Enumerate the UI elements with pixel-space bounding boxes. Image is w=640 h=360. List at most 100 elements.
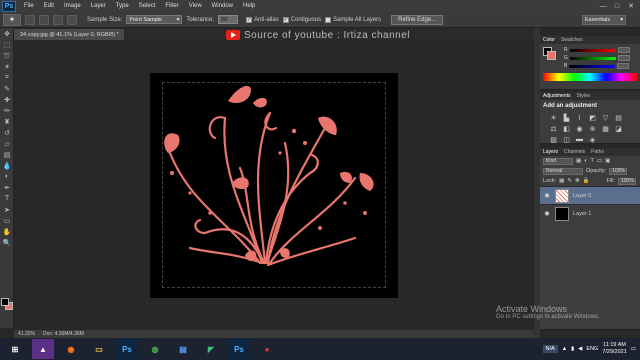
- lock-position-icon[interactable]: ✥: [575, 178, 580, 184]
- recorder-icon[interactable]: ●: [256, 339, 278, 359]
- red-track[interactable]: [569, 48, 616, 52]
- lock-all-icon[interactable]: 🔒: [583, 178, 590, 184]
- photoshop-active-icon[interactable]: Ps: [228, 339, 250, 359]
- healing-brush-tool-icon[interactable]: ✚: [0, 94, 14, 105]
- invert-icon[interactable]: ◪: [613, 124, 624, 133]
- black-white-icon[interactable]: ◧: [561, 124, 572, 133]
- app-purple-icon[interactable]: ▲: [32, 339, 54, 359]
- posterize-icon[interactable]: ▨: [548, 135, 559, 144]
- app-green-icon[interactable]: ◤: [200, 339, 222, 359]
- minimize-button[interactable]: —: [596, 0, 610, 12]
- new-selection-button[interactable]: [25, 14, 35, 25]
- start-icon[interactable]: ⊞: [4, 339, 26, 359]
- marquee-tool-icon[interactable]: ⬚: [0, 39, 14, 50]
- clock[interactable]: 11:19 AM 7/29/2021: [602, 342, 626, 356]
- green-value[interactable]: [617, 55, 630, 61]
- tab-color[interactable]: Color: [543, 37, 555, 43]
- anti-alias-option[interactable]: ✓ Anti-alias: [246, 16, 279, 23]
- anti-alias-checkbox[interactable]: ✓: [246, 16, 253, 23]
- crop-tool-icon[interactable]: ⌗: [0, 72, 14, 83]
- threshold-icon[interactable]: ◫: [561, 135, 572, 144]
- vibrance-icon[interactable]: ▽: [600, 113, 611, 122]
- refine-edge-button[interactable]: Refine Edge...: [391, 14, 444, 25]
- brightness-icon[interactable]: ☀: [548, 113, 559, 122]
- layer-name[interactable]: Layer 1: [573, 211, 591, 217]
- tolerance-input[interactable]: 20: [218, 15, 239, 24]
- eyedropper-tool-icon[interactable]: ✎: [0, 83, 14, 94]
- tab-layers[interactable]: Layers: [543, 149, 558, 155]
- tab-channels[interactable]: Channels: [564, 149, 585, 155]
- menu-type[interactable]: Type: [111, 3, 134, 9]
- eye-icon[interactable]: ◉: [543, 192, 551, 199]
- eye-icon[interactable]: ◉: [543, 210, 551, 217]
- type-tool-icon[interactable]: T: [0, 193, 14, 204]
- blue-track[interactable]: [569, 64, 616, 68]
- workspace-select[interactable]: Essentials ▾: [582, 15, 626, 25]
- hue-saturation-icon[interactable]: ▤: [613, 113, 624, 122]
- filter-pixel-icon[interactable]: ▦: [576, 158, 581, 164]
- color-balance-icon[interactable]: ⚖: [548, 124, 559, 133]
- menu-filter[interactable]: Filter: [160, 3, 183, 9]
- brush-tool-icon[interactable]: ✏: [0, 105, 14, 116]
- menu-layer[interactable]: Layer: [86, 3, 111, 9]
- lock-transparent-icon[interactable]: ▦: [559, 178, 564, 184]
- dodge-tool-icon[interactable]: ◐: [0, 171, 14, 182]
- document-tab[interactable]: 24 copy.jpg @ 41.1% (Layer 0, RGB/8) *: [14, 29, 124, 40]
- sample-all-layers-checkbox[interactable]: [325, 16, 332, 23]
- zoom-tool-icon[interactable]: 🔍: [0, 237, 14, 248]
- chrome-icon[interactable]: ◍: [144, 339, 166, 359]
- menu-window[interactable]: Window: [207, 3, 238, 9]
- network-icon[interactable]: ▮: [571, 346, 574, 352]
- tray-chevron-icon[interactable]: ▲: [562, 346, 567, 352]
- menu-select[interactable]: Select: [134, 3, 161, 9]
- add-selection-button[interactable]: [39, 14, 49, 25]
- exposure-icon[interactable]: ◩: [587, 113, 598, 122]
- selective-color-icon[interactable]: ◈: [587, 135, 598, 144]
- volume-icon[interactable]: ◀: [578, 346, 582, 352]
- language-indicator[interactable]: ENG: [586, 346, 598, 352]
- tab-paths[interactable]: Paths: [591, 149, 604, 155]
- menu-help[interactable]: Help: [238, 3, 260, 9]
- input-indicator[interactable]: N/A: [542, 345, 558, 353]
- blend-mode-select[interactable]: Normal: [543, 167, 583, 175]
- contiguous-checkbox[interactable]: ✓: [282, 16, 289, 23]
- magic-wand-preset-icon[interactable]: ✶: [3, 13, 21, 26]
- foreground-color-swatch[interactable]: [1, 298, 9, 306]
- gradient-tool-icon[interactable]: ▤: [0, 149, 14, 160]
- filter-smart-icon[interactable]: ▣: [605, 158, 610, 164]
- layer-name[interactable]: Layer 0: [573, 193, 591, 199]
- document-canvas[interactable]: [150, 73, 398, 298]
- layer-row[interactable]: ◉ Layer 0: [540, 186, 640, 204]
- fill-input[interactable]: 100%: [618, 177, 636, 185]
- zoom-level[interactable]: 41.32%: [18, 331, 35, 337]
- menu-edit[interactable]: Edit: [39, 3, 59, 9]
- history-brush-tool-icon[interactable]: ↺: [0, 127, 14, 138]
- path-selection-tool-icon[interactable]: ➤: [0, 204, 14, 215]
- menu-view[interactable]: View: [184, 3, 207, 9]
- shape-tool-icon[interactable]: ▭: [0, 215, 14, 226]
- blur-tool-icon[interactable]: 💧: [0, 160, 14, 171]
- document-icon[interactable]: ▤: [172, 339, 194, 359]
- bg-color-chip[interactable]: [547, 51, 556, 60]
- eraser-tool-icon[interactable]: ▱: [0, 138, 14, 149]
- menu-file[interactable]: File: [19, 3, 39, 9]
- clone-stamp-tool-icon[interactable]: ♜: [0, 116, 14, 127]
- levels-icon[interactable]: ▙: [561, 113, 572, 122]
- move-tool-icon[interactable]: ✥: [0, 28, 14, 39]
- sample-all-layers-option[interactable]: Sample All Layers: [325, 16, 381, 23]
- subtract-selection-button[interactable]: [53, 14, 63, 25]
- channel-mixer-icon[interactable]: ⊕: [587, 124, 598, 133]
- gradient-map-icon[interactable]: ▬: [574, 135, 585, 144]
- tab-swatches[interactable]: Swatches: [561, 37, 583, 43]
- firefox-icon[interactable]: ◉: [60, 339, 82, 359]
- color-lookup-icon[interactable]: ▦: [600, 124, 611, 133]
- notifications-icon[interactable]: ▭: [631, 346, 636, 352]
- close-button[interactable]: ✕: [624, 0, 638, 12]
- opacity-input[interactable]: 100%: [609, 167, 628, 175]
- tab-adjustments[interactable]: Adjustments: [543, 93, 571, 99]
- tab-styles[interactable]: Styles: [577, 93, 591, 99]
- file-explorer-icon[interactable]: ▭: [88, 339, 110, 359]
- menu-image[interactable]: Image: [59, 3, 86, 9]
- red-value[interactable]: [617, 47, 630, 53]
- slider-blue[interactable]: B: [540, 62, 640, 70]
